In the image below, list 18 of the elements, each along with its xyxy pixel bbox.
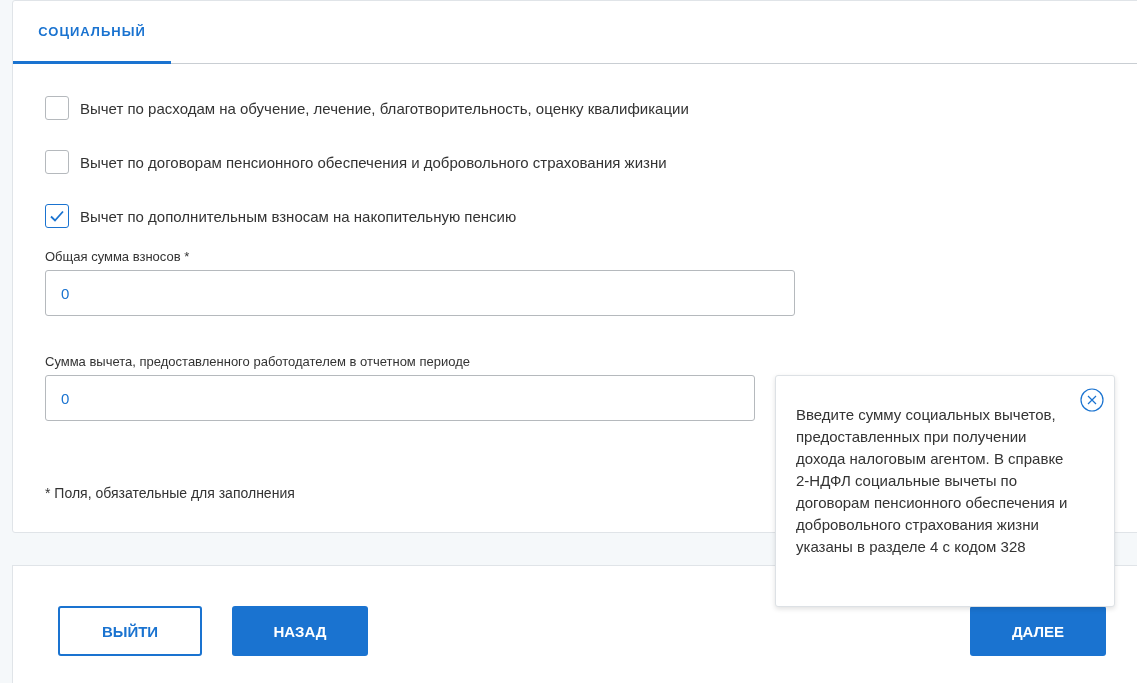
tab[interactable]: СОЦИАЛЬНЫЙ bbox=[13, 1, 171, 64]
nav-button[interactable]: ДАЛЕЕ bbox=[970, 606, 1106, 656]
required-note: * Поля, обязательные для заполнения bbox=[45, 485, 295, 501]
checkbox[interactable] bbox=[45, 204, 69, 228]
field-label: Общая сумма взносов * bbox=[45, 249, 191, 264]
exit-button[interactable]: ВЫЙТИ bbox=[58, 606, 202, 656]
input-field[interactable]: 0 bbox=[45, 270, 795, 316]
input-field[interactable]: 0 bbox=[45, 375, 755, 421]
nav-button[interactable]: НАЗАД bbox=[232, 606, 368, 656]
checkbox-label: Вычет по договорам пенсионного обеспечения и добровольного страхования жизни bbox=[80, 153, 667, 171]
tooltip-text: Введите сумму социальных вычетов, предоставленных при получении дохода налоговым агентом. В справке 2-НДФЛ социальные вычеты по договорам пенсионного обеспечения и добровольного страхования жизни указаны в разделе 4 с кодом 328 bbox=[796, 405, 1068, 557]
checkbox[interactable] bbox=[45, 96, 69, 120]
close-icon[interactable] bbox=[1080, 388, 1104, 412]
checkbox-label: Вычет по дополнительным взносам на накопительную пенсию bbox=[80, 207, 517, 225]
checkbox-label: Вычет по расходам на обучение, лечение, благотворительность, оценку квалификации bbox=[80, 99, 689, 117]
checkbox[interactable] bbox=[45, 150, 69, 174]
check-icon bbox=[49, 209, 65, 223]
field-label: Сумма вычета, предоставленного работодателем в отчетном периоде bbox=[45, 354, 471, 369]
